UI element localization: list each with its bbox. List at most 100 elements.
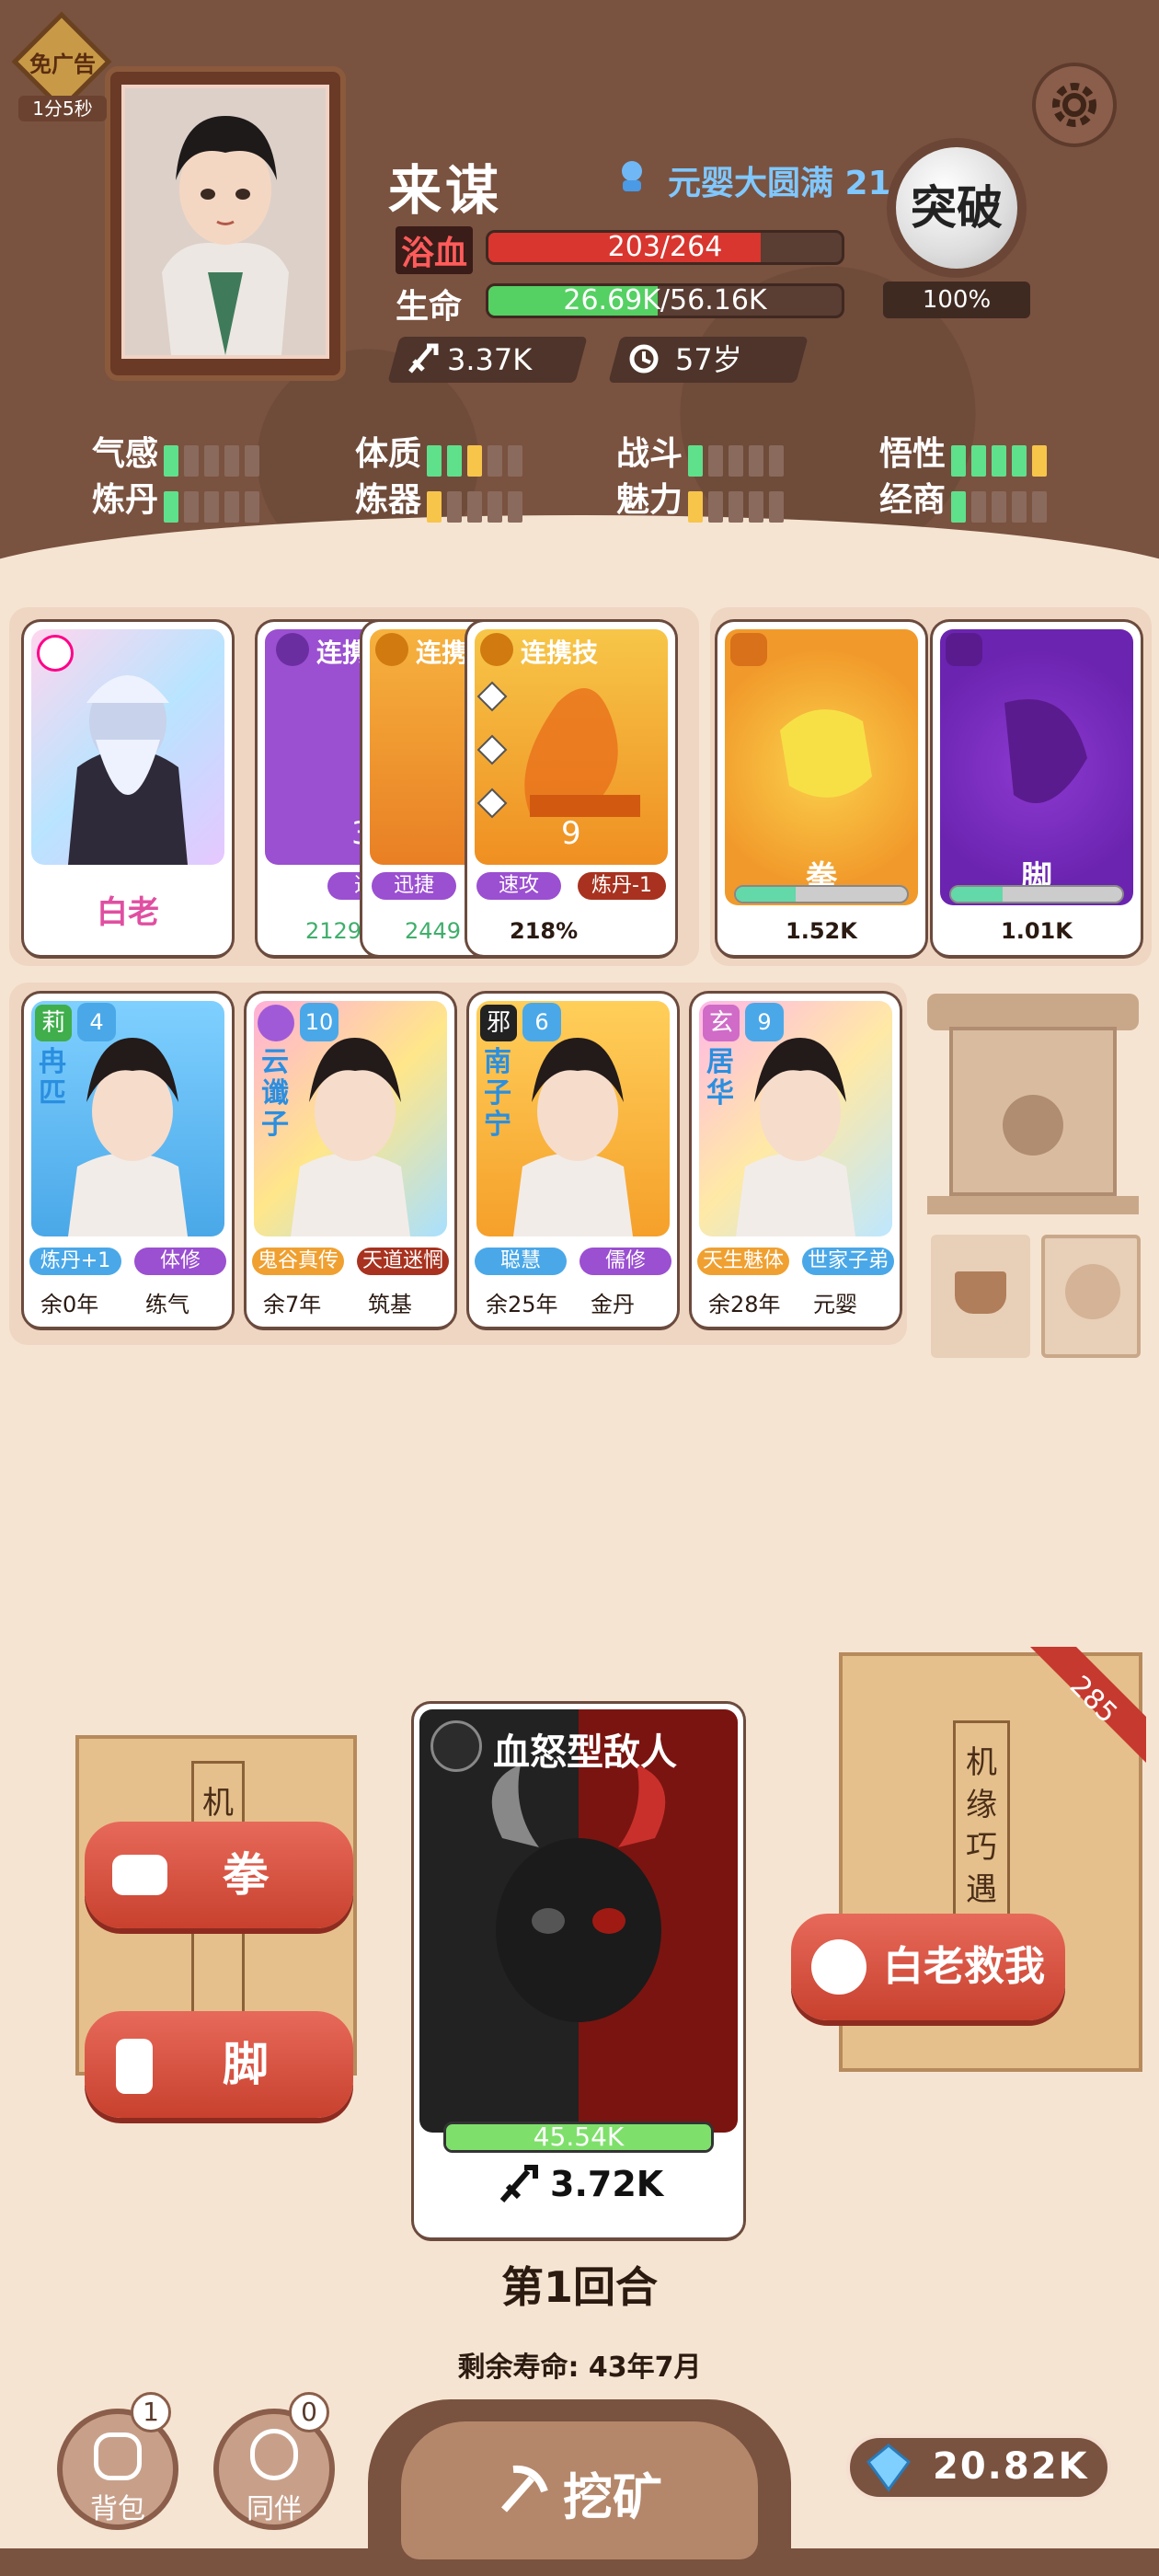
companion-level: 9 bbox=[745, 1003, 784, 1041]
attribute-item: 体质 bbox=[355, 427, 528, 477]
enemy-sword-icon bbox=[499, 2164, 539, 2204]
rescue-label: 白老救我 bbox=[883, 1943, 1045, 1990]
companion-trait: 聪慧 bbox=[475, 1248, 567, 1275]
companion-realm: 元婴 bbox=[813, 1292, 857, 1317]
bath-bar: 203/264 bbox=[486, 230, 844, 265]
fist-card[interactable]: 拳 1.52K bbox=[717, 622, 925, 955]
combo-c-title: 连携技 bbox=[521, 638, 599, 668]
companion-trait: 儒修 bbox=[580, 1248, 671, 1275]
companion-sect-tag: 玄 bbox=[703, 1005, 740, 1041]
companion-sect-tag: 莉 bbox=[35, 1005, 72, 1041]
attribute-label: 魅力 bbox=[616, 481, 683, 519]
companion-name: 冉匹 bbox=[39, 1046, 66, 1110]
attribute-item: 魅力 bbox=[616, 473, 789, 523]
attribute-item: 悟性 bbox=[879, 427, 1052, 477]
companion-card[interactable]: 玄 9 居华 天生魅体 世家子弟 余28年 元婴 bbox=[692, 994, 900, 1327]
enemy-hp-bar: 45.54K bbox=[443, 2122, 714, 2153]
combo-b-tag: 迅捷 bbox=[372, 872, 456, 900]
bag-count: 1 bbox=[131, 2392, 171, 2432]
gear-icon bbox=[1052, 83, 1096, 127]
enemy-type-icon bbox=[430, 1720, 482, 1772]
combo-tag-speed: 速攻 bbox=[476, 872, 561, 900]
kick-attack-label: 脚 bbox=[223, 2038, 269, 2091]
power-value: 3.37K bbox=[447, 342, 533, 377]
elder-badge-icon bbox=[37, 635, 74, 672]
enemy-power: 3.72K bbox=[550, 2164, 664, 2204]
combo-slot-icons bbox=[476, 679, 508, 826]
coin-icon bbox=[1003, 1095, 1063, 1156]
mask-slot[interactable] bbox=[931, 1235, 1030, 1358]
combo-c-icon bbox=[480, 633, 513, 666]
kick-badge-icon bbox=[946, 633, 982, 666]
mask-icon bbox=[955, 1271, 1006, 1314]
companion-remaining: 余28年 bbox=[708, 1292, 781, 1317]
scroll-slot[interactable] bbox=[1041, 1235, 1141, 1358]
companion-name: 居华 bbox=[706, 1046, 734, 1110]
enemy-title: 血怒型敌人 bbox=[493, 1731, 677, 1774]
shrine-building[interactable] bbox=[927, 994, 1139, 1214]
combo-card-c[interactable]: 连携技 9 速攻 炼丹-1 218% bbox=[467, 622, 675, 955]
companion-trait: 天道迷惘 bbox=[357, 1248, 449, 1275]
breakthrough-button[interactable]: 突破 100% bbox=[883, 138, 1030, 322]
attribute-label: 气感 bbox=[92, 435, 159, 473]
combo-a-power: 2129 bbox=[305, 918, 362, 944]
companion-name: 云谶子 bbox=[261, 1046, 289, 1141]
bag-label: 背包 bbox=[90, 2493, 145, 2525]
companion-card[interactable]: 邪 6 南子宁 聪慧 儒修 余25年 金丹 bbox=[469, 994, 677, 1327]
companion-level: 10 bbox=[300, 1003, 339, 1041]
enemy-card[interactable]: 血怒型敌人 45.54K 3.72K bbox=[414, 1704, 743, 2237]
attribute-level-bar bbox=[688, 444, 789, 477]
companion-card[interactable]: 莉 4 冉匹 炼丹+1 体修 余0年 练气 bbox=[24, 994, 232, 1327]
combo-count: 9 bbox=[561, 815, 581, 852]
companion-realm: 练气 bbox=[145, 1292, 189, 1317]
elder-card[interactable]: 白老 bbox=[24, 622, 232, 955]
scroll-icon bbox=[1065, 1264, 1120, 1319]
attribute-level-bar bbox=[164, 444, 265, 477]
life-bar: 26.69K/56.16K bbox=[486, 283, 844, 318]
companion-card[interactable]: 10 云谶子 鬼谷真传 天道迷惘 余7年 筑基 bbox=[247, 994, 454, 1327]
companion-name: 南子宁 bbox=[484, 1046, 511, 1141]
companion-trait: 鬼谷真传 bbox=[252, 1248, 344, 1275]
breakthrough-label: 突破 bbox=[896, 147, 1017, 269]
attribute-level-bar bbox=[951, 444, 1052, 477]
attribute-level-bar bbox=[164, 490, 265, 523]
combo-a-title: 连携 bbox=[316, 638, 369, 668]
kick-attack-button[interactable]: 脚 bbox=[85, 2011, 353, 2118]
companion-realm: 金丹 bbox=[591, 1292, 635, 1317]
fist-icon bbox=[112, 1855, 167, 1895]
gem-balance[interactable]: 20.82K bbox=[846, 2434, 1111, 2501]
rescue-button[interactable]: 白老救我 bbox=[791, 1914, 1065, 2020]
companion-sect-icon bbox=[258, 1005, 294, 1041]
life-value: 26.69K/56.16K bbox=[563, 284, 767, 316]
realm-icon bbox=[618, 158, 646, 195]
companion-trait: 世家子弟 bbox=[802, 1248, 894, 1275]
kick-card[interactable]: 脚 1.01K bbox=[933, 622, 1141, 955]
attribute-item: 炼器 bbox=[355, 473, 528, 523]
bath-label: 浴血 bbox=[396, 226, 474, 274]
mine-button[interactable]: 挖矿 bbox=[368, 2399, 791, 2576]
combo-tag-alchemy: 炼丹-1 bbox=[578, 872, 666, 900]
kick-icon bbox=[116, 2039, 153, 2094]
breakthrough-percent: 100% bbox=[883, 282, 1030, 318]
gem-icon bbox=[863, 2442, 914, 2493]
bag-icon bbox=[94, 2432, 142, 2480]
fist-badge-icon bbox=[730, 633, 767, 666]
remove-ads-badge[interactable]: 免广告 1分5秒 bbox=[11, 11, 112, 121]
player-name: 来谋 bbox=[388, 159, 503, 222]
fist-attack-button[interactable]: 拳 bbox=[85, 1822, 353, 1928]
attribute-label: 战斗 bbox=[616, 435, 683, 473]
attribute-label: 体质 bbox=[355, 435, 422, 473]
combo-power: 218% bbox=[510, 918, 579, 944]
pickaxe-icon bbox=[495, 2460, 550, 2515]
partner-count: 0 bbox=[289, 2392, 329, 2432]
companion-remaining: 余25年 bbox=[486, 1292, 558, 1317]
settings-button[interactable] bbox=[1032, 63, 1117, 147]
combo-b-title: 连携 bbox=[416, 638, 468, 668]
bath-value: 203/264 bbox=[607, 231, 723, 263]
partner-label: 同伴 bbox=[247, 2493, 302, 2525]
kick-progress bbox=[949, 885, 1124, 903]
attribute-label: 炼丹 bbox=[92, 481, 159, 519]
player-avatar[interactable] bbox=[121, 85, 329, 359]
fist-attack-label: 拳 bbox=[223, 1848, 269, 1902]
partner-icon bbox=[250, 2429, 298, 2480]
